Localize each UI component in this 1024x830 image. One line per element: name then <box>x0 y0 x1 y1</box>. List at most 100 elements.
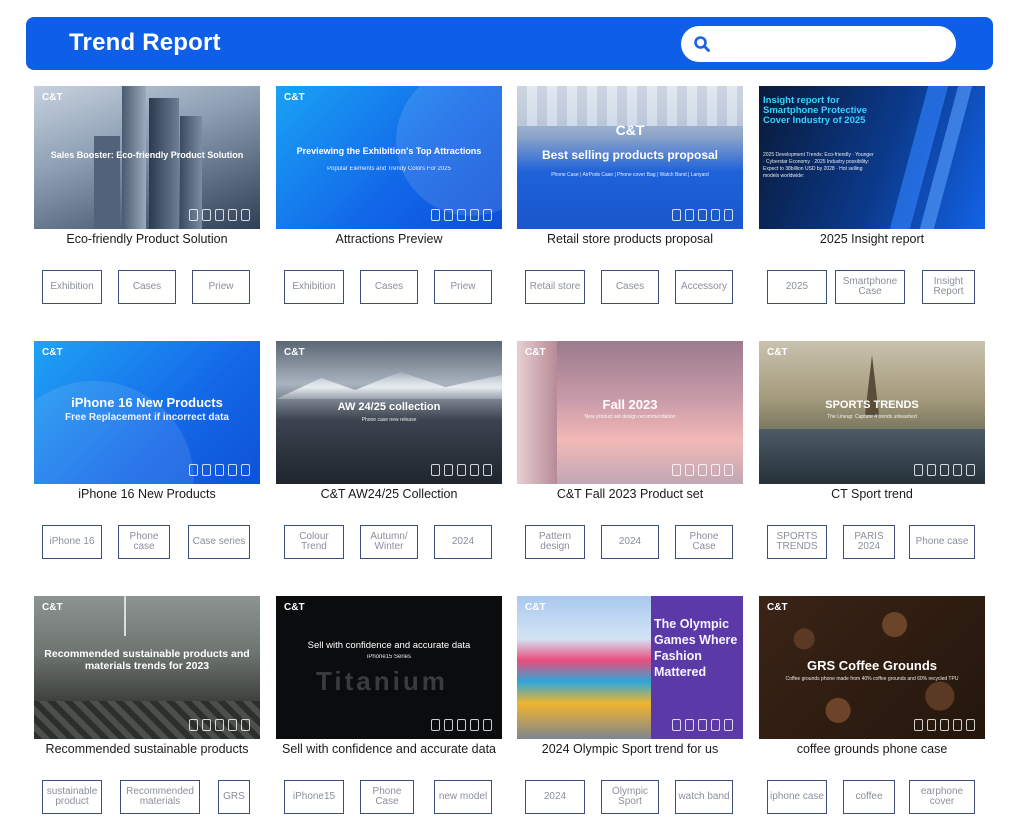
report-thumbnail[interactable]: C&T GRS Coffee Grounds Coffee grounds ph… <box>759 596 985 739</box>
card-caption: 2025 Insight report <box>819 232 925 246</box>
device-icons <box>914 464 975 476</box>
report-thumbnail[interactable]: C&T Sales Booster: Eco-friendly Product … <box>34 86 260 229</box>
brand-logo: C&T <box>767 602 788 613</box>
titanium-watermark: Titanium <box>316 666 448 696</box>
device-icons <box>431 209 492 221</box>
tag-button[interactable]: coffee <box>843 780 895 814</box>
tag-button[interactable]: Accessory <box>675 270 733 304</box>
tag-button[interactable]: 2024 <box>525 780 585 814</box>
brand-logo: C&T <box>284 602 305 613</box>
report-thumbnail[interactable]: C&T SPORTS TRENDS The Lineup: Capture 4 … <box>759 341 985 484</box>
thumb-headline: SPORTS TRENDS <box>825 399 919 411</box>
search-input[interactable] <box>721 32 945 58</box>
card-caption: Eco-friendly Product Solution <box>66 232 228 246</box>
tag-button[interactable]: Smartphone Case <box>835 270 905 304</box>
brand-logo: C&T <box>42 92 63 103</box>
tag-button[interactable]: Cases <box>601 270 659 304</box>
tag-button[interactable]: Phone Case <box>360 780 414 814</box>
thumb-subtitle: 2025 Development Trends: Eco-friendly · … <box>763 152 874 179</box>
tag-button[interactable]: 2024 <box>601 525 659 559</box>
tag-button[interactable]: Recommended materials <box>120 780 200 814</box>
tag-button[interactable]: iPhone15 <box>284 780 344 814</box>
report-thumbnail[interactable]: C&T Best selling products proposal Phone… <box>517 86 743 229</box>
tag-button[interactable]: SPORTS TRENDS <box>767 525 827 559</box>
thumb-headline: Sales Booster: Eco-friendly Product Solu… <box>50 150 244 160</box>
report-thumbnail[interactable]: C&T Recommended sustainable products and… <box>34 596 260 739</box>
report-thumbnail[interactable]: C&T AW 24/25 collection Phone case new r… <box>276 341 502 484</box>
page-title: Trend Report <box>69 29 221 56</box>
tag-button[interactable]: Priew <box>192 270 250 304</box>
brand-logo: C&T <box>767 347 788 358</box>
tag-button[interactable]: Case series <box>188 525 250 559</box>
tag-button[interactable]: Retail store <box>525 270 585 304</box>
brand-logo: C&T <box>525 602 546 613</box>
device-icons <box>189 464 250 476</box>
card-caption: coffee grounds phone case <box>796 742 948 756</box>
search-box[interactable] <box>681 26 956 62</box>
tag-button[interactable]: PARIS 2024 <box>843 525 895 559</box>
tag-button[interactable]: iphone case <box>767 780 827 814</box>
tag-button[interactable]: sustainable product <box>42 780 102 814</box>
card-caption: 2024 Olympic Sport trend for us <box>541 742 719 756</box>
thumb-headline: Insight report for Smartphone Protective… <box>763 95 867 126</box>
tag-button[interactable]: 2024 <box>434 525 492 559</box>
tag-button[interactable]: new model <box>434 780 492 814</box>
tag-button[interactable]: Exhibition <box>42 270 102 304</box>
card-caption: Retail store products proposal <box>546 232 714 246</box>
thumb-headline: iPhone 16 New Products <box>71 395 223 410</box>
report-thumbnail[interactable]: C&T iPhone 16 New Products Free Replacem… <box>34 341 260 484</box>
card-caption: C&T Fall 2023 Product set <box>556 487 704 501</box>
tag-button[interactable]: Cases <box>118 270 176 304</box>
card-caption: CT Sport trend <box>831 487 913 501</box>
card-caption: Recommended sustainable products <box>45 742 249 756</box>
brand-logo: C&T <box>615 122 645 138</box>
tag-button[interactable]: Insight Report <box>922 270 975 304</box>
device-icons <box>914 719 975 731</box>
tag-button[interactable]: Cases <box>360 270 418 304</box>
report-thumbnail[interactable]: Titanium C&T Sell with confidence and ac… <box>276 596 502 739</box>
tag-button[interactable]: Colour Trend <box>284 525 344 559</box>
brand-logo: C&T <box>525 347 546 358</box>
tag-button[interactable]: GRS <box>218 780 250 814</box>
tag-button[interactable]: Autumn/ Winter <box>360 525 418 559</box>
tag-button[interactable]: iPhone 16 <box>42 525 102 559</box>
thumb-headline: AW 24/25 collection <box>337 401 441 413</box>
thumb-headline: Sell with confidence and accurate data <box>307 640 471 651</box>
tag-button[interactable]: Exhibition <box>284 270 344 304</box>
thumb-headline: Fall 2023 <box>602 397 658 412</box>
thumb-subtitle: Phone Case | AirPods Case | Phone cover … <box>551 172 709 178</box>
thumb-subtitle: Free Replacement if incorrect data <box>65 412 229 423</box>
search-icon <box>694 36 710 52</box>
report-thumbnail[interactable]: C&T The Olympic Games Where Fashion Matt… <box>517 596 743 739</box>
card-caption: C&T AW24/25 Collection <box>320 487 458 501</box>
tag-button[interactable]: Phone Case <box>675 525 733 559</box>
tag-button[interactable]: earphone cover <box>909 780 975 814</box>
thumb-subtitle: The Lineup: Capture 4 trends unleashed <box>827 414 917 420</box>
top-header: Trend Report <box>26 17 993 70</box>
tag-button[interactable]: watch band <box>675 780 733 814</box>
report-thumbnail[interactable]: Insight report for Smartphone Protective… <box>759 86 985 229</box>
thumb-headline: Recommended sustainable products and mat… <box>44 648 250 672</box>
device-icons <box>672 464 733 476</box>
report-thumbnail[interactable]: C&T Fall 2023 New product set design rec… <box>517 341 743 484</box>
tag-button[interactable]: Pattern design <box>525 525 585 559</box>
brand-logo: C&T <box>284 347 305 358</box>
tag-button[interactable]: Phone case <box>909 525 975 559</box>
thumb-subtitle: Phone case new release <box>361 417 417 423</box>
device-icons <box>189 209 250 221</box>
thumb-headline: Best selling products proposal <box>541 148 719 162</box>
device-icons <box>189 719 250 731</box>
tag-button[interactable]: Priew <box>434 270 492 304</box>
thumb-subtitle: iPhone15 Series <box>366 654 412 660</box>
card-caption: iPhone 16 New Products <box>78 487 216 501</box>
thumb-headline: Previewing the Exhibition's Top Attracti… <box>296 146 482 156</box>
tag-button[interactable]: 2025 <box>767 270 827 304</box>
report-thumbnail[interactable]: C&T Previewing the Exhibition's Top Attr… <box>276 86 502 229</box>
brand-logo: C&T <box>42 602 63 613</box>
tag-button[interactable]: Phone case <box>118 525 170 559</box>
tag-button[interactable]: Olympic Sport <box>601 780 659 814</box>
device-icons <box>431 719 492 731</box>
brand-logo: C&T <box>42 347 63 358</box>
thumb-subtitle: Popular Elements and Trendy Colors For 2… <box>327 166 451 172</box>
device-icons <box>431 464 492 476</box>
